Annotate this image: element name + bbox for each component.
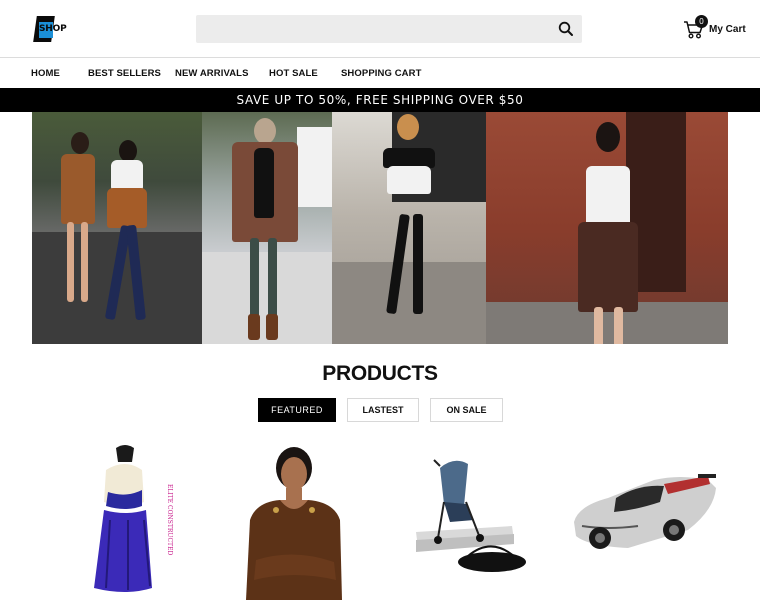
search-input[interactable] (196, 15, 582, 43)
logo-text: SHOP (39, 24, 67, 34)
product-image-supercar[interactable] (568, 440, 718, 600)
costume-brand-text: ELITE CONSTRUCTED (166, 484, 173, 556)
cart-count-badge: 0 (695, 15, 708, 28)
main-nav: HOME BEST SELLERS NEW ARRIVALS HOT SALE … (0, 58, 760, 88)
nav-best-sellers[interactable]: BEST SELLERS (88, 68, 161, 79)
hero-panel-3 (332, 112, 486, 344)
hero-banner-image[interactable] (32, 112, 728, 344)
promo-banner: SAVE UP TO 50%, FREE SHIPPING OVER $50 (0, 88, 760, 112)
search-bar (196, 15, 582, 43)
product-image-costume[interactable]: ELITE CONSTRUCTED (70, 440, 190, 600)
product-image-stroller[interactable] (408, 440, 530, 600)
cart-button[interactable]: 0 My Cart (683, 15, 746, 41)
nav-new-arrivals[interactable]: NEW ARRIVALS (175, 68, 249, 79)
hero-panel-4 (486, 112, 728, 344)
tab-latest[interactable]: LASTEST (347, 398, 419, 422)
shopping-cart-icon: 0 (683, 15, 708, 40)
product-image-blouse[interactable] (236, 440, 350, 600)
hero-panel-1 (32, 112, 202, 344)
products-title: PRODUCTS (322, 362, 438, 385)
hero-panel-2 (202, 112, 332, 344)
nav-hot-sale[interactable]: HOT SALE (269, 68, 318, 79)
nav-shopping-cart[interactable]: SHOPPING CART (341, 68, 421, 79)
nav-home[interactable]: HOME (31, 68, 60, 79)
search-icon[interactable] (558, 21, 574, 37)
shop-logo[interactable]: SHOP (33, 16, 69, 42)
tab-on-sale[interactable]: ON SALE (430, 398, 503, 422)
site-header: SHOP 0 My Cart (0, 0, 760, 57)
cart-label: My Cart (709, 23, 746, 35)
tab-featured[interactable]: FEATURED (258, 398, 336, 422)
